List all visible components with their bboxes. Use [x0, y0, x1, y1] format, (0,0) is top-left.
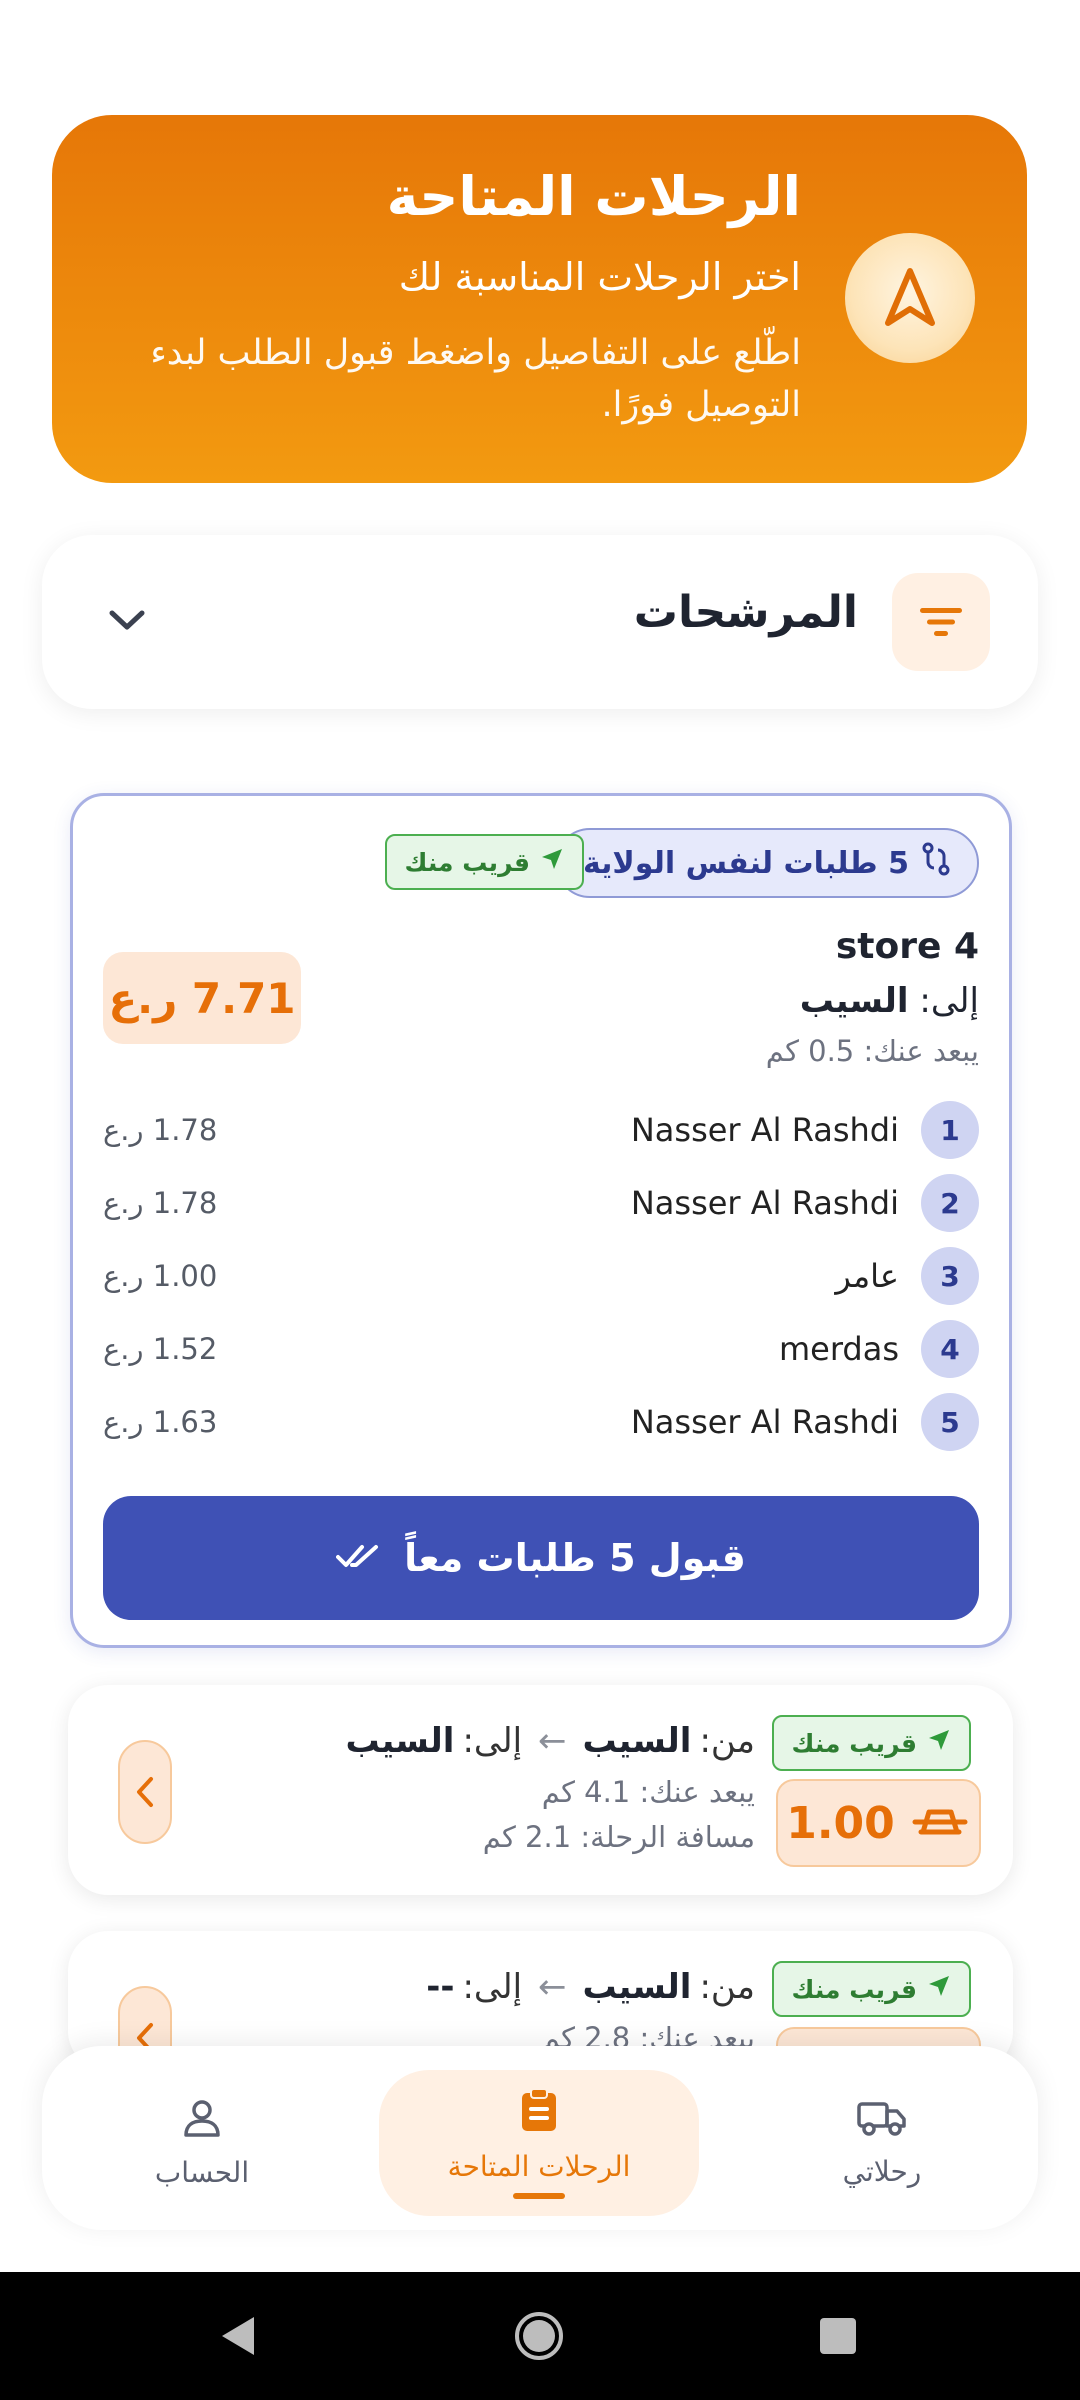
order-price: 1.78 ر.ع: [103, 1186, 218, 1220]
customer-name: Nasser Al Rashdi: [630, 1184, 899, 1222]
clipboard-icon: [519, 2087, 559, 2140]
trip-distance: مسافة الرحلة: 2.1 كم: [482, 1820, 755, 1854]
trip-price-value: 1.00: [786, 1797, 895, 1849]
back-icon[interactable]: [206, 2304, 270, 2368]
active-tab-indicator: [513, 2193, 565, 2199]
near-you-badge: قريب منك: [771, 1715, 971, 1771]
order-row: 1 Nasser Al Rashdi 1.78 ر.ع: [103, 1101, 979, 1161]
double-check-icon: [336, 1536, 382, 1580]
order-number: 5: [921, 1393, 979, 1451]
order-price: 1.63 ر.ع: [103, 1405, 218, 1439]
to-label: إلى:: [462, 1967, 523, 2007]
recents-icon[interactable]: [806, 2304, 870, 2368]
arrow-left-icon: ←: [538, 1721, 567, 1761]
filters-title: المرشحات: [633, 587, 858, 638]
header-banner: الرحلات المتاحة اختر الرحلات المناسبة لك…: [52, 115, 1027, 483]
arrow-left-icon: ←: [538, 1967, 567, 2007]
from-label: من:: [699, 1967, 755, 2007]
nav-available-trips[interactable]: الرحلات المتاحة: [379, 2070, 699, 2216]
to-label: إلى:: [462, 1721, 523, 1761]
order-row: 2 Nasser Al Rashdi 1.78 ر.ع: [103, 1174, 979, 1234]
near-you-label: قريب منك: [791, 1974, 917, 2004]
destination: إلى: السيب: [800, 981, 979, 1021]
nav-account[interactable]: الحساب: [92, 2070, 312, 2216]
nav-my-trips-label: رحلاتي: [842, 2155, 922, 2188]
order-row: 4 merdas 1.52 ر.ع: [103, 1320, 979, 1380]
accept-all-label: قبول 5 طلبات معاً: [404, 1536, 746, 1580]
order-row: 5 Nasser Al Rashdi 1.63 ر.ع: [103, 1393, 979, 1453]
same-state-badge-label: 5 طلبات لنفس الولاية: [582, 845, 909, 881]
nav-account-label: الحساب: [154, 2156, 250, 2189]
trip-route: من: السيب ← إلى: --: [426, 1967, 755, 2007]
currency-icon: [909, 1798, 971, 1849]
home-icon[interactable]: [507, 2304, 571, 2368]
trip-route: من: السيب ← إلى: السيب: [346, 1721, 755, 1761]
send-arrow-icon: [927, 1974, 951, 2004]
near-you-label: قريب منك: [791, 1728, 917, 1758]
chevron-down-icon[interactable]: [102, 595, 152, 645]
system-navigation-bar: [0, 2272, 1080, 2400]
customer-name: Nasser Al Rashdi: [630, 1111, 899, 1149]
trip-price: 1.00: [776, 1779, 981, 1867]
order-number: 3: [921, 1247, 979, 1305]
group-orders-card: 5 طلبات لنفس الولاية قريب منك store 4 إل…: [70, 793, 1012, 1648]
nav-available-trips-label: الرحلات المتاحة: [447, 2150, 631, 2183]
trip-details-button[interactable]: [118, 1740, 172, 1844]
send-arrow-icon: [540, 847, 564, 877]
customer-name: Nasser Al Rashdi: [630, 1403, 899, 1441]
filter-icon: [892, 573, 990, 671]
order-number: 1: [921, 1101, 979, 1159]
order-price: 1.52 ر.ع: [103, 1332, 218, 1366]
same-state-badge: 5 طلبات لنفس الولاية: [554, 828, 979, 898]
from-value: السيب: [582, 1721, 692, 1761]
order-number: 2: [921, 1174, 979, 1232]
trip-card[interactable]: قريب منك من: السيب ← إلى: السيب يبعد عنك…: [68, 1685, 1013, 1895]
page-title: الرحلات المتاحة: [386, 165, 801, 228]
accept-all-orders-button[interactable]: قبول 5 طلبات معاً: [103, 1496, 979, 1620]
to-label: إلى:: [919, 981, 979, 1021]
route-icon: [921, 842, 951, 884]
nav-my-trips[interactable]: رحلاتي: [782, 2070, 982, 2216]
total-price: 7.71 ر.ع: [103, 952, 301, 1044]
customer-name: عامر: [835, 1257, 899, 1295]
order-price: 1.78 ر.ع: [103, 1113, 218, 1147]
user-icon: [181, 2097, 223, 2146]
to-value: السيب: [799, 981, 909, 1021]
filters-panel[interactable]: المرشحات: [42, 535, 1038, 709]
from-label: من:: [699, 1721, 755, 1761]
distance-from-you: يبعد عنك: 4.1 كم: [541, 1775, 755, 1809]
from-value: السيب: [582, 1967, 692, 2007]
send-arrow-icon: [927, 1728, 951, 1758]
customer-name: merdas: [778, 1330, 899, 1368]
near-you-badge: قريب منك: [771, 1961, 971, 2017]
near-you-badge: قريب منك: [384, 834, 584, 890]
distance-from-you: يبعد عنك: 0.5 كم: [765, 1034, 979, 1068]
truck-icon: [856, 2098, 908, 2145]
to-value: السيب: [345, 1721, 455, 1761]
order-number: 4: [921, 1320, 979, 1378]
bottom-navigation: الحساب الرحلات المتاحة رحلاتي: [42, 2046, 1038, 2230]
to-value: --: [426, 1967, 455, 2007]
page-description: اطّلع على التفاصيل واضغط قبول الطلب لبدء…: [150, 333, 801, 425]
order-price: 1.00 ر.ع: [103, 1259, 218, 1293]
order-row: 3 عامر 1.00 ر.ع: [103, 1247, 979, 1307]
navigation-arrow-icon: [845, 233, 975, 363]
near-you-label: قريب منك: [404, 847, 530, 877]
store-name: store 4: [835, 926, 979, 967]
page-subtitle: اختر الرحلات المناسبة لك: [398, 255, 801, 299]
